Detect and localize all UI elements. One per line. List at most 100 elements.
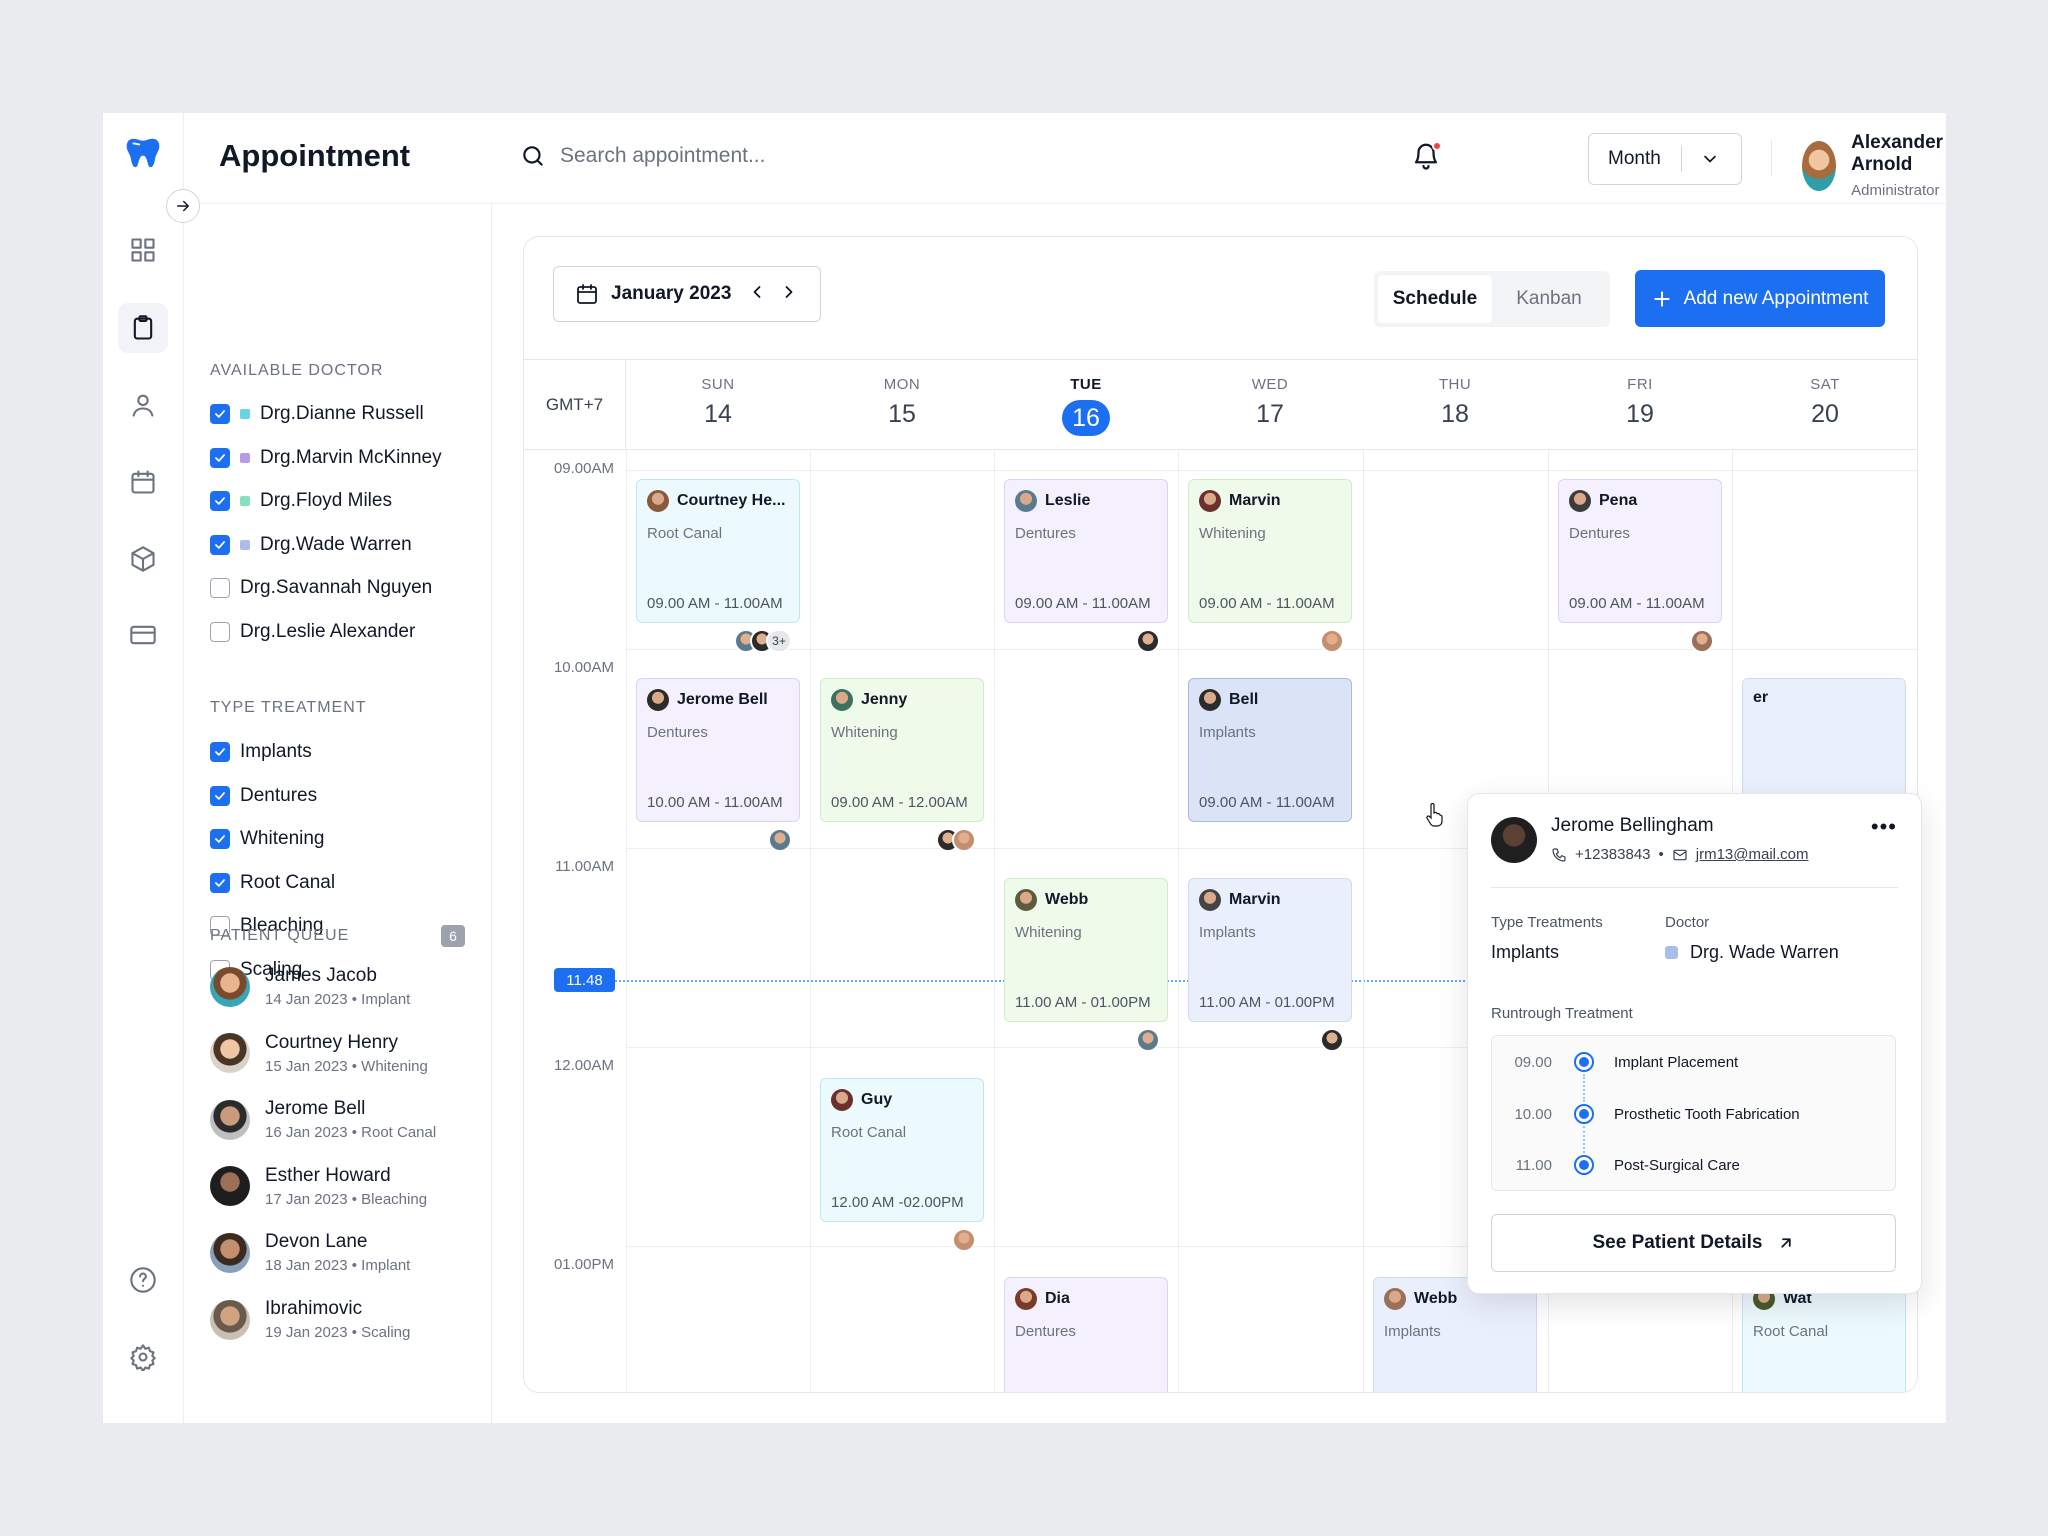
appointment-card[interactable]: Jerome Bell Dentures 10.00 AM - 11.00AM — [636, 678, 800, 822]
day-header-sat[interactable]: SAT 20 — [1732, 360, 1917, 449]
dashboard-nav[interactable] — [118, 225, 168, 275]
treatment-filter-item[interactable]: Root Canal — [210, 872, 335, 894]
tab-schedule[interactable]: Schedule — [1378, 275, 1492, 323]
patient-name: Jerome Bell — [265, 1098, 366, 1120]
treatment-name: Root Canal — [240, 871, 336, 893]
grid-column-line — [994, 450, 995, 1392]
queue-item[interactable]: Jerome Bell 16 Jan 2023 • Root Canal — [210, 1098, 436, 1141]
see-patient-details-button[interactable]: See Patient Details — [1491, 1214, 1896, 1272]
doctor-checkbox[interactable] — [210, 447, 230, 468]
collapse-sidebar-button[interactable] — [166, 189, 200, 223]
patient-name: Jerome Bellingham — [1551, 815, 1714, 836]
doctor-filter-item[interactable]: Drg.Dianne Russell — [210, 403, 424, 425]
appointment-card[interactable]: Courtney He... Root Canal 09.00 AM - 11.00… — [636, 479, 800, 623]
queue-text: James Jacob 14 Jan 2023 • Implant — [265, 965, 410, 1008]
queue-item[interactable]: Devon Lane 18 Jan 2023 • Implant — [210, 1231, 410, 1274]
treatment-filter-item[interactable]: Dentures — [210, 785, 317, 807]
prev-month-button[interactable] — [747, 282, 767, 307]
user-icon — [132, 394, 154, 417]
queue-item[interactable]: James Jacob 14 Jan 2023 • Implant — [210, 965, 410, 1008]
treatment-checkbox[interactable] — [210, 785, 230, 806]
appointment-card[interactable]: Dia Dentures — [1004, 1277, 1168, 1392]
day-header-tue[interactable]: TUE 16 — [994, 360, 1178, 449]
patient-name: Ibrahimovic — [265, 1298, 363, 1319]
appointment-card[interactable]: Pena Dentures 09.00 AM - 11.00AM — [1558, 479, 1722, 623]
time-label: 01.00PM — [553, 1256, 614, 1273]
day-header-fri[interactable]: FRI 19 — [1548, 360, 1732, 449]
avatar — [952, 828, 976, 852]
appointment-treatment: Dentures — [1569, 525, 1630, 542]
appointment-card[interactable]: Leslie Dentures 09.00 AM - 11.00AM — [1004, 479, 1168, 623]
day-header-wed[interactable]: WED 17 — [1178, 360, 1362, 449]
doctor-filter-item[interactable]: Drg.Leslie Alexander — [210, 621, 415, 643]
queue-item[interactable]: Ibrahimovic 19 Jan 2023 • Scaling — [210, 1298, 410, 1341]
doctor-name: Drg.Savannah Nguyen — [240, 577, 433, 599]
treatment-checkbox[interactable] — [210, 742, 230, 762]
appointment-patient: Marvin — [1199, 490, 1341, 512]
month-picker[interactable]: January 2023 — [553, 266, 821, 322]
settings-nav[interactable] — [118, 1332, 168, 1382]
queue-text: Jerome Bell 16 Jan 2023 • Root Canal — [265, 1098, 436, 1141]
doctor-checkbox[interactable] — [210, 534, 230, 555]
notifications-button[interactable] — [1411, 141, 1445, 175]
appointment-card[interactable]: Jenny Whitening 09.00 AM - 12.00AM — [820, 678, 984, 822]
queue-section-title: PATIENT QUEUE — [210, 927, 350, 944]
day-date-wrap: 18 — [1363, 393, 1547, 429]
doctor-filter-item[interactable]: Drg.Savannah Nguyen — [210, 577, 432, 599]
day-header-sun[interactable]: SUN 14 — [626, 360, 810, 449]
appointment-treatment: Whitening — [831, 724, 898, 741]
appointment-nav[interactable] — [118, 303, 168, 353]
calendar-nav[interactable] — [118, 457, 168, 507]
patient-name: Esther Howard — [265, 1164, 391, 1186]
appointment-time: 09.00 AM - 11.00AM — [1199, 794, 1335, 811]
month-label: January 2023 — [611, 283, 732, 304]
patient-name: Jenny — [861, 691, 908, 708]
treatment-filter-item[interactable]: Whitening — [210, 828, 325, 850]
appointment-card[interactable]: Bell Implants 09.00 AM - 11.00AM — [1188, 678, 1352, 822]
doctor-checkbox[interactable] — [210, 491, 230, 512]
doctor-name: Drg.Dianne Russell — [260, 403, 424, 424]
treatment-filter-item[interactable]: Implants — [210, 741, 312, 763]
appointment-card[interactable]: Guy Root Canal 12.00 AM -02.00PM — [820, 1078, 984, 1222]
appointment-card[interactable]: Webb Implants — [1373, 1277, 1537, 1392]
search-input[interactable] — [560, 144, 980, 168]
patients-nav[interactable] — [118, 380, 168, 430]
more-options-button[interactable]: ••• — [1871, 814, 1897, 840]
appointment-time: 09.00 AM - 12.00AM — [831, 794, 968, 811]
treatment-checkbox[interactable] — [210, 872, 230, 893]
day-name: SAT — [1810, 376, 1840, 393]
appointment-card[interactable]: Marvin Whitening 09.00 AM - 11.00AM — [1188, 479, 1352, 623]
patient-email-link[interactable]: jrm13@mail.com — [1696, 846, 1809, 863]
doctor-checkbox[interactable] — [210, 622, 230, 642]
top-bar: Appointment Month Alexander Arnold Admin… — [184, 113, 1946, 204]
tab-kanban[interactable]: Kanban — [1492, 275, 1606, 323]
doctor-filter-item[interactable]: Drg.Wade Warren — [210, 534, 412, 556]
arrow-up-right-icon — [1780, 1238, 1791, 1248]
queue-item[interactable]: Courtney Henry 15 Jan 2023 • Whitening — [210, 1032, 428, 1075]
doctor-checkbox[interactable] — [210, 404, 230, 424]
help-icon — [130, 1267, 156, 1293]
day-header-thu[interactable]: THU 18 — [1363, 360, 1547, 449]
attendee-avatars — [1320, 629, 1344, 653]
appointment-card[interactable]: Webb Whitening 11.00 AM - 01.00PM — [1004, 878, 1168, 1022]
payments-nav[interactable] — [118, 610, 168, 660]
appointment-card[interactable]: Marvin Implants 11.00 AM - 01.00PM — [1188, 878, 1352, 1022]
inventory-nav[interactable] — [118, 534, 168, 584]
help-nav[interactable] — [118, 1255, 168, 1305]
day-header-mon[interactable]: MON 15 — [810, 360, 994, 449]
doctor-filter-item[interactable]: Drg.Marvin McKinney — [210, 447, 442, 469]
patient-meta: 19 Jan 2023 • Scaling — [265, 1324, 411, 1341]
doctor-filter-item[interactable]: Drg.Floyd Miles — [210, 490, 392, 512]
treatment-checkbox[interactable] — [210, 829, 230, 850]
view-mode-select[interactable]: Month — [1588, 133, 1742, 185]
next-month-button[interactable] — [779, 282, 799, 307]
doctor-checkbox[interactable] — [210, 578, 230, 599]
add-appointment-button[interactable]: Add new Appointment — [1635, 270, 1885, 327]
grid-column-line — [810, 450, 811, 1392]
appointment-card[interactable]: Wat Root Canal — [1742, 1277, 1906, 1392]
queue-text: Courtney Henry 15 Jan 2023 • Whitening — [265, 1032, 428, 1075]
appointment-patient: Guy — [831, 1089, 973, 1111]
user-profile[interactable]: Alexander Arnold Administrator — [1802, 132, 1959, 199]
current-time-badge: 11.48 — [554, 968, 615, 992]
queue-item[interactable]: Esther Howard 17 Jan 2023 • Bleaching — [210, 1165, 427, 1208]
